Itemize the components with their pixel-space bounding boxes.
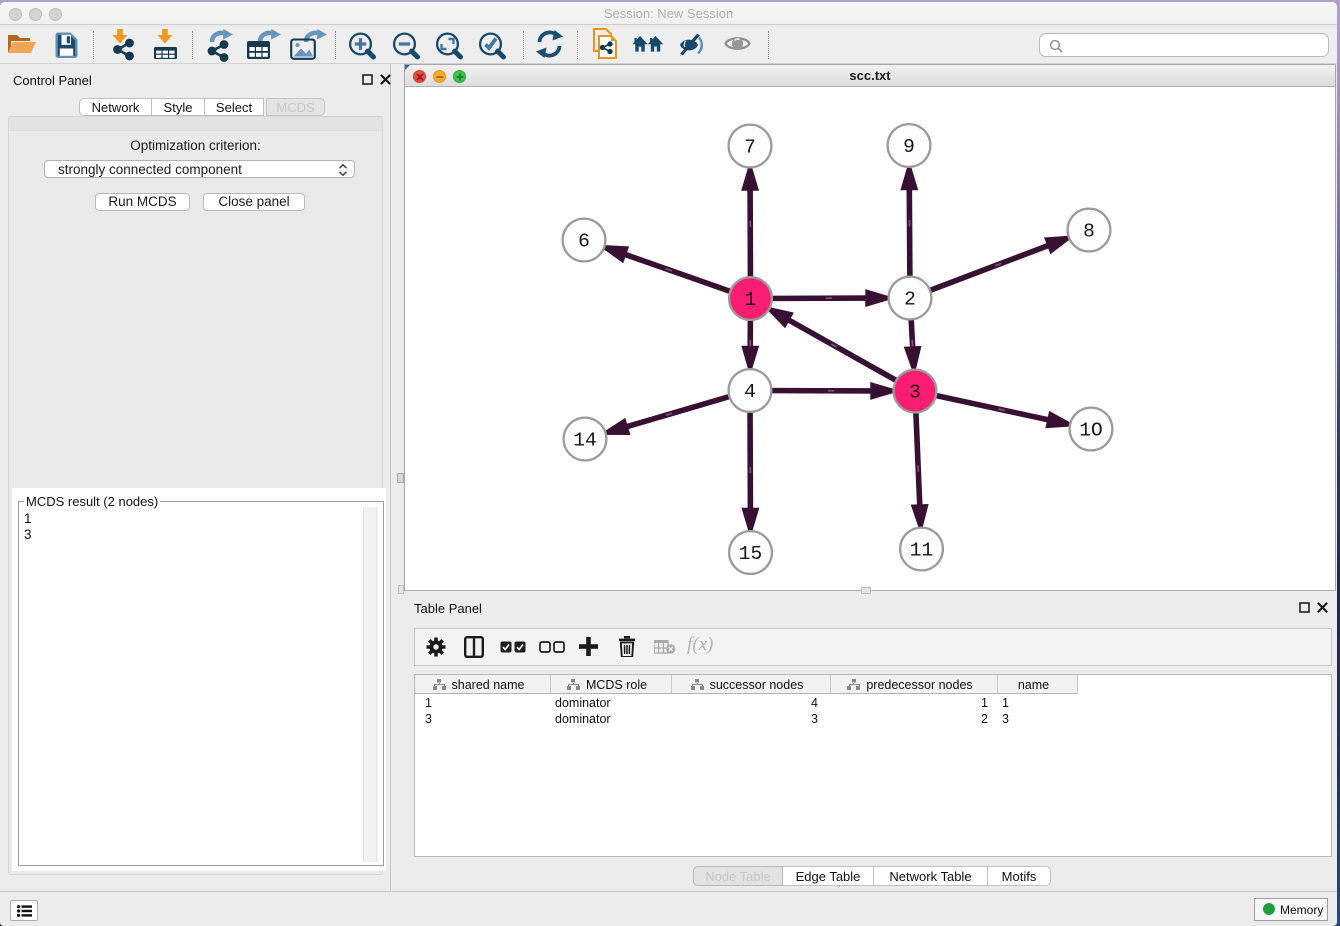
svg-text:2: 2 (904, 289, 916, 311)
svg-text:14: 14 (573, 430, 596, 452)
svg-text:7: 7 (744, 137, 756, 159)
svg-text:1: 1 (745, 289, 757, 311)
svg-text:3: 3 (909, 382, 921, 404)
svg-text:15: 15 (739, 543, 762, 565)
svg-text:8: 8 (1083, 221, 1095, 243)
svg-text:1O: 1O (1079, 420, 1102, 442)
svg-text:6: 6 (578, 231, 590, 253)
svg-text:4: 4 (744, 381, 756, 403)
svg-text:9: 9 (903, 136, 915, 158)
svg-text:11: 11 (910, 540, 933, 562)
